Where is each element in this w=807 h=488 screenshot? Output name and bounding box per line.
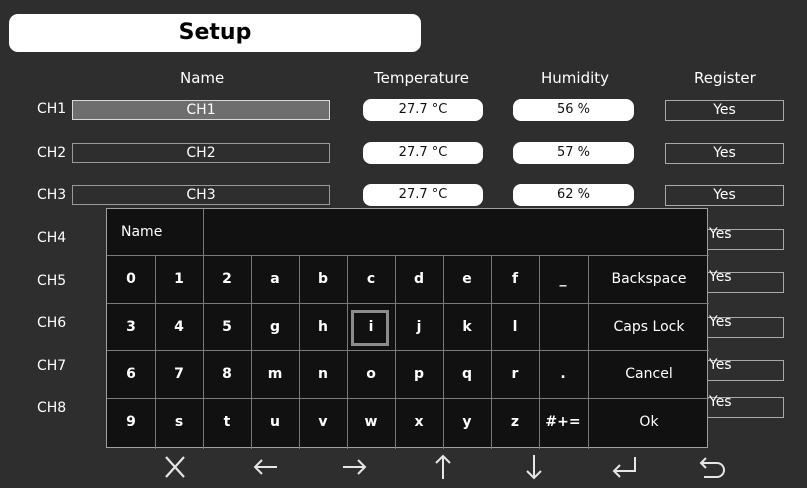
- temperature-readout: 27.7 °C: [363, 142, 483, 164]
- back-icon[interactable]: [693, 451, 733, 483]
- channel-name-field[interactable]: CH1: [72, 100, 330, 120]
- key[interactable]: p: [395, 351, 443, 398]
- key[interactable]: 7: [155, 351, 203, 398]
- caps-lock-button[interactable]: Caps Lock: [589, 304, 709, 351]
- symbols-key[interactable]: #+=: [539, 399, 587, 446]
- title-bar: Setup: [9, 14, 421, 52]
- close-icon[interactable]: [155, 451, 195, 483]
- channel-label: CH8: [37, 400, 67, 416]
- name-keyboard: Name 0 1 2 a b c d e f _ 3 4 5 g h i j k…: [106, 208, 709, 449]
- column-header-temperature: Temperature: [374, 69, 470, 87]
- register-field[interactable]: Yes: [665, 100, 784, 121]
- key[interactable]: r: [491, 351, 539, 398]
- key[interactable]: t: [203, 399, 251, 446]
- channel-label: CH7: [37, 358, 67, 374]
- register-field[interactable]: Yes: [707, 357, 784, 381]
- key[interactable]: 1: [155, 256, 203, 303]
- arrow-left-icon[interactable]: [246, 451, 286, 483]
- key[interactable]: 8: [203, 351, 251, 398]
- column-header-humidity: Humidity: [541, 69, 610, 87]
- key[interactable]: b: [299, 256, 347, 303]
- backspace-button[interactable]: Backspace: [589, 256, 709, 303]
- arrow-down-icon[interactable]: [514, 451, 554, 483]
- register-field[interactable]: Yes: [665, 143, 784, 164]
- key[interactable]: z: [491, 399, 539, 446]
- key[interactable]: 2: [203, 256, 251, 303]
- key[interactable]: 3: [107, 304, 155, 351]
- key[interactable]: h: [299, 304, 347, 351]
- humidity-readout: 62 %: [513, 184, 634, 206]
- key[interactable]: n: [299, 351, 347, 398]
- register-field[interactable]: Yes: [665, 185, 784, 206]
- channel-label: CH5: [37, 273, 67, 289]
- key-selected[interactable]: i: [347, 304, 395, 351]
- humidity-readout: 57 %: [513, 142, 634, 164]
- key[interactable]: o: [347, 351, 395, 398]
- register-value: Yes: [709, 226, 732, 242]
- column-header-register: Register: [694, 69, 756, 87]
- column-header-name: Name: [180, 69, 225, 87]
- key[interactable]: 9: [107, 399, 155, 446]
- key[interactable]: d: [395, 256, 443, 303]
- register-value: Yes: [709, 269, 732, 285]
- channel-label: CH3: [37, 187, 67, 203]
- channel-label: CH6: [37, 315, 67, 331]
- key[interactable]: .: [539, 351, 587, 398]
- key[interactable]: 0: [107, 256, 155, 303]
- key[interactable]: u: [251, 399, 299, 446]
- key[interactable]: m: [251, 351, 299, 398]
- key[interactable]: [539, 304, 587, 351]
- key[interactable]: e: [443, 256, 491, 303]
- key[interactable]: _: [539, 256, 587, 303]
- channel-name-field[interactable]: CH3: [72, 185, 330, 205]
- register-field[interactable]: Yes: [707, 226, 784, 250]
- register-field[interactable]: Yes: [707, 394, 784, 418]
- name-input[interactable]: [204, 219, 694, 247]
- arrow-up-icon[interactable]: [423, 451, 463, 483]
- temperature-readout: 27.7 °C: [363, 184, 483, 206]
- key[interactable]: j: [395, 304, 443, 351]
- key[interactable]: l: [491, 304, 539, 351]
- key[interactable]: g: [251, 304, 299, 351]
- channel-label: CH2: [37, 145, 67, 161]
- register-field[interactable]: Yes: [707, 314, 784, 338]
- temperature-readout: 27.7 °C: [363, 99, 483, 121]
- key[interactable]: c: [347, 256, 395, 303]
- arrow-right-icon[interactable]: [334, 451, 374, 483]
- key[interactable]: x: [395, 399, 443, 446]
- key[interactable]: s: [155, 399, 203, 446]
- setup-screen: Setup Name Temperature Humidity Register…: [0, 0, 807, 488]
- key[interactable]: k: [443, 304, 491, 351]
- key[interactable]: v: [299, 399, 347, 446]
- key[interactable]: w: [347, 399, 395, 446]
- register-field[interactable]: Yes: [707, 269, 784, 293]
- channel-name-field[interactable]: CH2: [72, 143, 330, 163]
- key[interactable]: f: [491, 256, 539, 303]
- page-title: Setup: [178, 20, 252, 45]
- cancel-button[interactable]: Cancel: [589, 351, 709, 398]
- key[interactable]: y: [443, 399, 491, 446]
- channel-label: CH1: [37, 101, 67, 117]
- key[interactable]: 5: [203, 304, 251, 351]
- ok-button[interactable]: Ok: [589, 399, 709, 446]
- humidity-readout: 56 %: [513, 99, 634, 121]
- register-value: Yes: [709, 394, 732, 410]
- enter-icon[interactable]: [605, 451, 645, 483]
- keyboard-name-label: Name: [121, 224, 163, 240]
- channel-label: CH4: [37, 230, 67, 246]
- register-value: Yes: [709, 314, 732, 330]
- register-value: Yes: [709, 357, 732, 373]
- key[interactable]: a: [251, 256, 299, 303]
- key[interactable]: q: [443, 351, 491, 398]
- key[interactable]: 4: [155, 304, 203, 351]
- key[interactable]: 6: [107, 351, 155, 398]
